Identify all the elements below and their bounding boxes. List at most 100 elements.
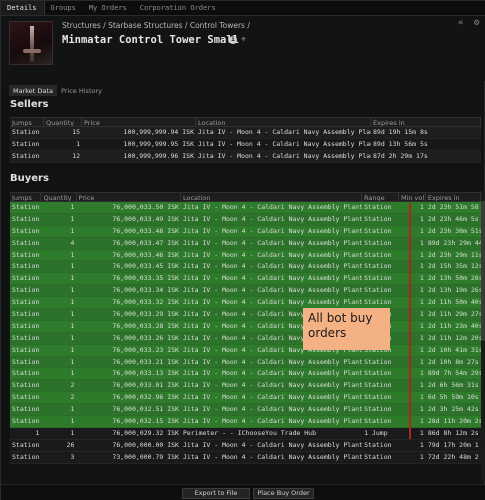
cell-min-vol: 1 <box>419 214 424 223</box>
settings-gear-icon[interactable]: ⚙ <box>474 18 479 28</box>
col-location[interactable]: Location <box>181 193 363 201</box>
target-icon[interactable]: ⌖ <box>241 35 246 45</box>
buyers-title: Buyers <box>10 173 49 184</box>
cell-price: 76,000,033.13 ISK <box>112 369 179 378</box>
cell-quantity: 3 <box>70 452 75 461</box>
cell-expires: 2d 13h 50m 28s <box>427 274 481 283</box>
cell-price: 76,000,033.35 ISK <box>112 274 179 283</box>
cell-location: Jita IV - Moon 4 - Caldari Navy Assembly… <box>182 262 363 271</box>
sellers-title: Sellers <box>10 99 49 110</box>
cell-location: Jita IV - Moon 4 - Caldari Navy Assembly… <box>182 440 363 449</box>
cell-range: Station <box>364 250 392 259</box>
col-quantity[interactable]: Quantity <box>41 193 77 201</box>
cell-jumps: 1 <box>35 428 40 437</box>
col-location[interactable]: Location <box>196 118 371 126</box>
cell-jumps: Station <box>12 369 40 378</box>
cell-quantity: 1 <box>70 428 75 437</box>
tab-corporation-orders[interactable]: Corporation Orders <box>134 1 223 15</box>
cell-min-vol: 1 <box>419 310 424 319</box>
cell-min-vol: 1 <box>419 369 424 378</box>
cell-expires: 2d 23h 51m 58 <box>427 203 479 211</box>
col-expires[interactable]: Expires in <box>371 118 481 126</box>
tab-price-history[interactable]: Price History <box>57 85 106 96</box>
cell-location: Jita IV - Moon 4 - Caldari Navy Assembly… <box>198 151 371 160</box>
cell-price: 76,000,033.45 ISK <box>112 262 179 271</box>
cell-price: 100,999,999.94 ISK <box>123 128 194 136</box>
cell-range: Station <box>364 203 392 211</box>
seller-row[interactable]: Station 12 100,999,999.96 ISK Jita IV - Moo… <box>10 150 481 163</box>
col-jumps[interactable]: Jumps <box>10 118 44 126</box>
cell-range: Station <box>364 286 392 295</box>
buyer-row[interactable]: Station 26 76,000,000.00 ISK Jita IV - Moon… <box>10 439 481 452</box>
cell-price: 76,000,033.32 ISK <box>112 298 179 307</box>
cell-expires: 2d 10h 41m 31s <box>427 345 481 354</box>
export-to-file-button[interactable]: Export to File <box>182 488 250 499</box>
buyers-scrollbar[interactable] <box>481 191 485 481</box>
cell-range: Station <box>364 440 392 449</box>
cell-jumps: Station <box>12 128 40 136</box>
seller-row[interactable]: Station 1 100,999,999.95 ISK Jita IV - Moon… <box>10 138 481 151</box>
cell-price: 76,000,033.01 ISK <box>112 381 179 390</box>
cell-min-vol: 1 <box>419 440 424 449</box>
cell-expires: 87d 2h 29m 17s <box>373 151 428 160</box>
cell-expires: 2d 11h 23m 40s <box>427 321 481 330</box>
tab-market-data[interactable]: Market Data <box>9 85 57 96</box>
col-price[interactable]: Price <box>77 193 181 201</box>
cell-min-vol: 1 <box>419 345 424 354</box>
cell-min-vol: 1 <box>419 417 424 426</box>
cell-price: 76,000,033.48 ISK <box>112 226 179 235</box>
seller-row[interactable]: Station 15 100,999,999.94 ISK Jita IV - Moo… <box>10 127 481 139</box>
col-price[interactable]: Price <box>82 118 196 126</box>
breadcrumb[interactable]: Structures / Starbase Structures / Contr… <box>62 21 250 30</box>
col-range[interactable]: Range <box>362 193 399 201</box>
col-min-vol[interactable]: Min vol <box>399 193 426 201</box>
cell-location: Jita IV - Moon 4 - Caldari Navy Assembly… <box>198 139 371 148</box>
cell-price: 100,999,999.95 ISK <box>123 139 194 148</box>
collapse-icon[interactable]: « <box>458 18 463 28</box>
market-window: Details Groups My Orders Corporation Ord… <box>0 0 485 500</box>
top-tab-bar: Details Groups My Orders Corporation Ord… <box>1 1 485 16</box>
cell-expires: 2d 11h 12m 20s <box>427 333 481 342</box>
cell-jumps: Station <box>12 286 40 295</box>
col-expires[interactable]: Expires in <box>426 193 481 201</box>
cell-jumps: Station <box>12 405 40 414</box>
col-jumps[interactable]: Jumps <box>10 193 42 201</box>
cell-price: 76,000,000.00 ISK <box>112 440 179 449</box>
cell-location: Jita IV - Moon 4 - Caldari Navy Assembly… <box>182 238 363 247</box>
cell-expires: 89d 19h 15m 8s <box>373 128 428 136</box>
cell-range: Station <box>364 405 392 414</box>
tab-details[interactable]: Details <box>1 1 45 15</box>
cell-min-vol: 1 <box>419 238 424 247</box>
tab-groups[interactable]: Groups <box>45 1 83 15</box>
annotation-callout: All bot buy orders <box>303 308 390 350</box>
cell-expires: 2d 23h 46m 5s <box>427 214 479 223</box>
cell-expires: 89d 23h 29m 44 <box>427 238 481 247</box>
cell-range: Station <box>364 417 392 426</box>
place-buy-order-button[interactable]: Place Buy Order <box>253 488 314 499</box>
cell-quantity: 1 <box>70 417 75 426</box>
info-icon[interactable]: i <box>229 36 237 44</box>
sellers-header-row: Jumps Quantity Price Location Expires in <box>10 117 481 127</box>
cell-location: Jita IV - Moon 4 - Caldari Navy Assembly… <box>182 226 363 235</box>
tab-my-orders[interactable]: My Orders <box>83 1 134 15</box>
cell-jumps: Station <box>12 357 40 366</box>
cell-location: Jita IV - Moon 4 - Caldari Navy Assembly… <box>182 286 363 295</box>
scrollbar-thumb[interactable] <box>481 201 485 341</box>
cell-min-vol: 1 <box>419 333 424 342</box>
cell-jumps: Station <box>12 417 40 426</box>
cell-quantity: 4 <box>70 238 75 247</box>
cell-min-vol: 1 <box>419 298 424 307</box>
item-thumbnail[interactable] <box>9 21 53 65</box>
cell-location: Jita IV - Moon 4 - Caldari Navy Assembly… <box>182 250 363 259</box>
col-quantity[interactable]: Quantity <box>44 118 82 126</box>
cell-location: Jita IV - Moon 4 - Caldari Navy Assembly… <box>198 128 371 136</box>
cell-expires: 2d 15h 35m 12s <box>427 262 481 271</box>
buyer-row[interactable]: Station 3 73,000,000.79 ISK Jita IV - Moon … <box>10 451 481 464</box>
cell-price: 100,999,999.96 ISK <box>123 151 194 160</box>
cell-location: Jita IV - Moon 4 - Caldari Navy Assembly… <box>182 381 363 390</box>
cell-expires: 6d 5h 59m 10s <box>427 393 479 402</box>
cell-price: 76,000,033.29 ISK <box>112 310 179 319</box>
cell-expires: 2d 10h 8m 27s <box>427 357 479 366</box>
cell-jumps: Station <box>12 203 40 211</box>
cell-location: Jita IV - Moon 4 - Caldari Navy Assembly… <box>182 405 363 414</box>
